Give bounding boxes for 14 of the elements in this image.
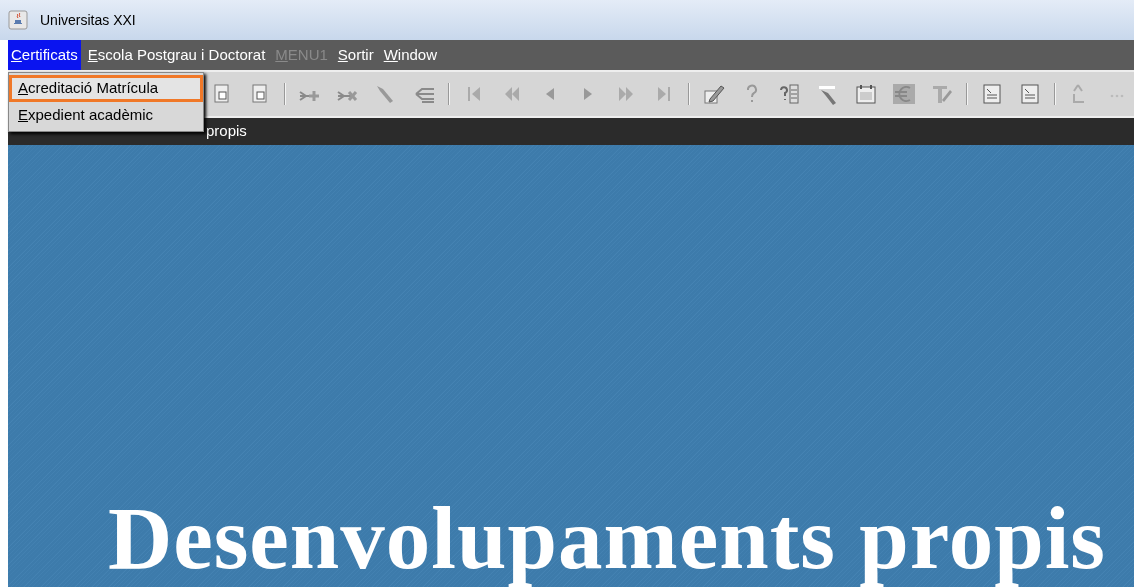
menu-option[interactable]: Acreditació Matrícula — [9, 75, 203, 102]
euro-icon[interactable] — [892, 82, 916, 106]
menu-option[interactable]: Expedient acadèmic — [9, 102, 203, 129]
menu-item[interactable]: Window — [380, 40, 441, 70]
java-cup-icon — [8, 10, 28, 30]
window-title: Universitas XXI — [40, 10, 136, 30]
calendar-icon[interactable] — [854, 82, 878, 106]
menu-item[interactable]: Certificats — [8, 40, 81, 70]
menu-item[interactable]: Sortir — [334, 40, 377, 70]
document-icon[interactable] — [1018, 82, 1042, 106]
menu-item[interactable]: Escola Postgrau i Doctorat — [84, 40, 269, 70]
form-title: propis — [206, 121, 247, 142]
document-icon[interactable] — [980, 82, 1004, 106]
help-list-icon[interactable] — [778, 82, 802, 106]
